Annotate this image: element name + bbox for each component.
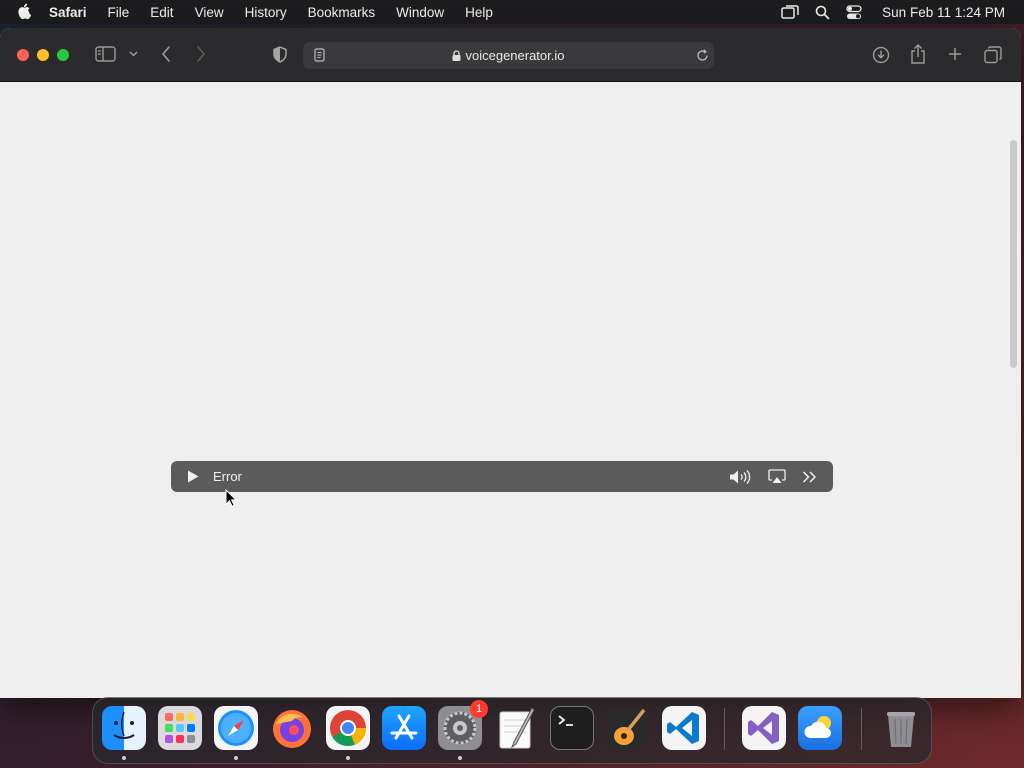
minimize-window-button[interactable] [37, 49, 49, 61]
finder-icon[interactable] [102, 706, 146, 750]
menu-help[interactable]: Help [465, 5, 493, 20]
more-controls-icon[interactable] [798, 461, 820, 492]
mouse-cursor-icon [225, 488, 238, 512]
launchpad-icon[interactable] [158, 706, 202, 750]
reload-icon[interactable] [694, 47, 710, 63]
downloads-icon[interactable] [871, 45, 891, 65]
vertical-scrollbar[interactable] [1010, 140, 1017, 368]
menu-edit[interactable]: Edit [150, 5, 173, 20]
visual-studio-icon[interactable] [742, 706, 786, 750]
control-center-icon[interactable] [846, 4, 862, 20]
system-settings-icon[interactable]: 1 [438, 700, 488, 750]
safari-running-indicator [234, 756, 238, 760]
menu-window[interactable]: Window [396, 5, 444, 20]
finder-running-indicator [122, 756, 126, 760]
airplay-icon[interactable] [766, 461, 788, 492]
terminal-icon[interactable] [550, 706, 594, 750]
firefox-icon[interactable] [270, 706, 314, 750]
textedit-icon[interactable] [494, 706, 538, 750]
chrome-icon[interactable] [326, 706, 370, 750]
menu-bookmarks[interactable]: Bookmarks [308, 5, 376, 20]
address-bar[interactable]: voicegenerator.io [303, 42, 714, 69]
audio-player: Error [171, 461, 833, 492]
safari-window: voicegenerator.io Error [0, 28, 1021, 698]
menu-clock[interactable]: Sun Feb 11 1:24 PM [882, 5, 1005, 20]
menu-file[interactable]: File [108, 5, 130, 20]
tab-overview-icon[interactable] [983, 45, 1003, 65]
menu-view[interactable]: View [195, 5, 224, 20]
browser-toolbar: voicegenerator.io [0, 28, 1021, 82]
system-settings-running-indicator [458, 756, 462, 760]
menu-app-safari[interactable]: Safari [49, 5, 87, 20]
app-store-icon[interactable] [382, 706, 426, 750]
chrome-running-indicator [346, 756, 350, 760]
player-status-text: Error [213, 469, 242, 484]
dock: 1 [92, 697, 932, 764]
new-tab-plus-icon[interactable] [946, 45, 964, 63]
play-button[interactable] [183, 461, 203, 492]
notification-badge: 1 [470, 700, 488, 718]
back-icon[interactable] [158, 45, 174, 63]
apple-menu-icon[interactable] [17, 0, 37, 24]
menu-bar: Safari File Edit View History Bookmarks … [0, 0, 1024, 24]
privacy-shield-icon[interactable] [271, 45, 289, 63]
share-icon[interactable] [909, 43, 927, 65]
lock-icon [452, 49, 461, 64]
vscode-icon[interactable] [662, 706, 706, 750]
dock-separator [724, 708, 725, 750]
menu-history[interactable]: History [245, 5, 287, 20]
close-window-button[interactable] [17, 49, 29, 61]
url-text: voicegenerator.io [465, 48, 565, 63]
dock-separator [861, 708, 862, 750]
screen-mirroring-icon[interactable] [781, 5, 799, 19]
volume-icon[interactable] [728, 461, 754, 492]
sidebar-toggle-icon[interactable] [94, 45, 116, 63]
spotlight-search-icon[interactable] [815, 5, 830, 20]
weather-icon[interactable] [798, 706, 842, 750]
trash-icon[interactable] [879, 706, 923, 750]
page-content: Error [0, 82, 1021, 698]
garageband-icon[interactable] [606, 706, 650, 750]
forward-icon[interactable] [193, 45, 209, 63]
zoom-window-button[interactable] [57, 49, 69, 61]
tab-group-chevron-down-icon[interactable] [127, 49, 139, 59]
url-display: voicegenerator.io [303, 48, 714, 64]
safari-icon[interactable] [214, 706, 258, 750]
